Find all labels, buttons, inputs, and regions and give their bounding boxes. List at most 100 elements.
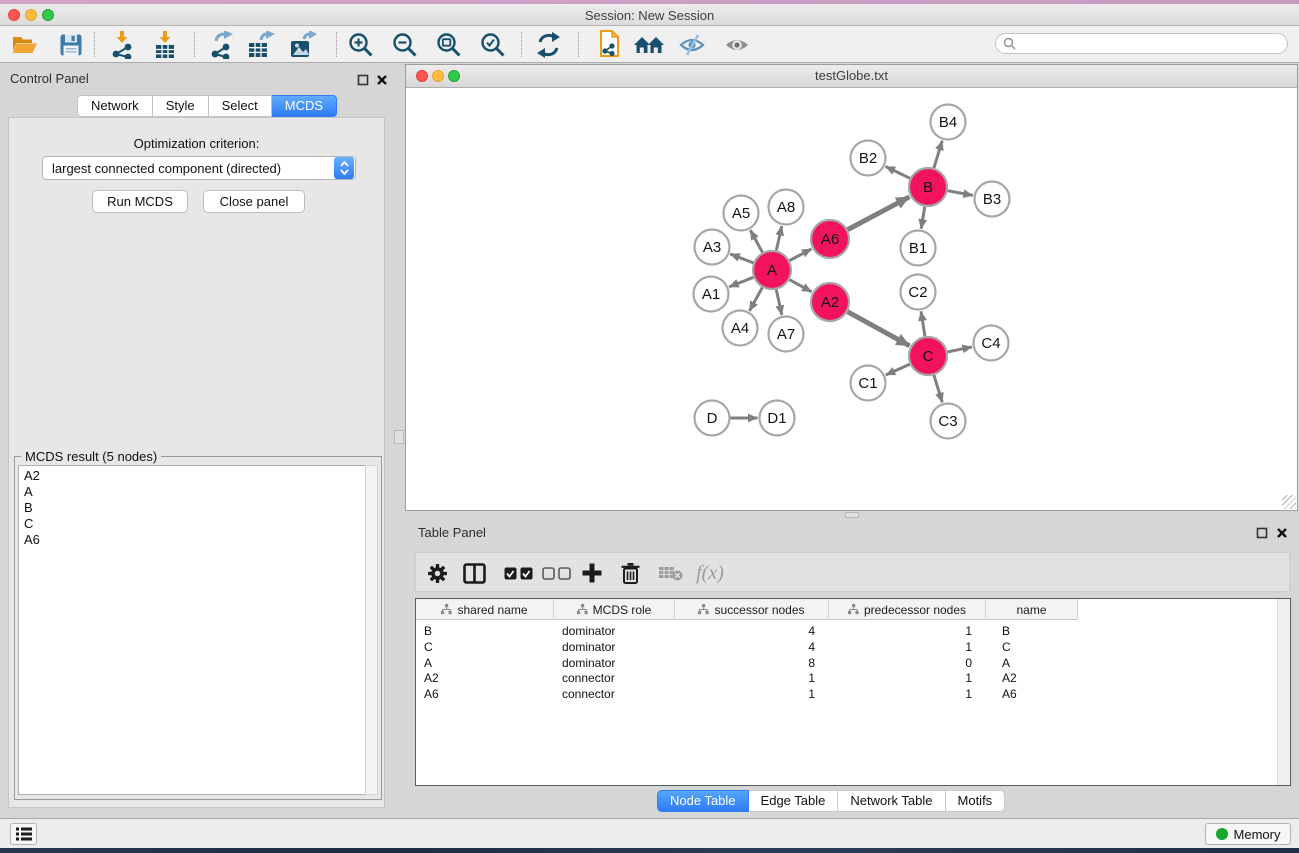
control-panel-float-button[interactable] — [357, 73, 369, 91]
tab-motifs[interactable]: Motifs — [946, 790, 1006, 812]
deselect-all-button[interactable] — [540, 553, 574, 593]
edge-A6-B[interactable] — [848, 197, 910, 230]
edge-A-A5[interactable] — [750, 230, 762, 252]
new-network-from-selection-button[interactable] — [592, 29, 624, 60]
edge-C-C2[interactable] — [921, 311, 925, 336]
edge-B-B1[interactable] — [921, 207, 925, 229]
control-panel-close-button[interactable] — [376, 73, 388, 91]
delete-table-button[interactable] — [654, 553, 686, 593]
network-document-icon — [595, 30, 621, 60]
table-row[interactable]: Cdominator41C — [416, 639, 1078, 655]
run-mcds-button[interactable]: Run MCDS — [92, 190, 188, 213]
table-cell: 1 — [829, 623, 986, 639]
tab-network-table[interactable]: Network Table — [838, 790, 945, 812]
tab-style[interactable]: Style — [153, 95, 209, 117]
table-row[interactable]: A6connector11A6 — [416, 686, 1078, 702]
tab-node-table[interactable]: Node Table — [657, 790, 749, 812]
apply-layout-button[interactable] — [533, 29, 563, 60]
table-cell: 1 — [829, 670, 986, 686]
close-panel-button[interactable]: Close panel — [203, 190, 305, 213]
function-builder-button[interactable]: f(x) — [688, 553, 732, 593]
resize-grip[interactable] — [1282, 495, 1296, 509]
edge-A2-C[interactable] — [848, 312, 910, 346]
edge-B-B3[interactable] — [948, 191, 973, 196]
mcds-result-scrollbar[interactable] — [365, 465, 378, 795]
edge-A-A4[interactable] — [749, 288, 762, 311]
edge-A-A3[interactable] — [730, 254, 753, 263]
table-panel-close-button[interactable] — [1276, 526, 1288, 544]
column-header-predecessor-nodes[interactable]: predecessor nodes — [829, 599, 986, 620]
zoom-selected-button[interactable] — [478, 29, 508, 60]
node-label-C3: C3 — [938, 413, 957, 430]
attribute-tree-icon — [441, 604, 452, 615]
export-image-button[interactable] — [287, 29, 319, 60]
tab-network[interactable]: Network — [77, 95, 153, 117]
export-network-button[interactable] — [205, 29, 237, 60]
table-panel-float-button[interactable] — [1256, 526, 1268, 544]
column-header-label: shared name — [457, 603, 527, 617]
create-column-button[interactable] — [576, 553, 608, 593]
network-graph[interactable]: B4B2BB3A5A8A6A3B1AA1C2A2A4A7CC4C1C3DD1 — [406, 89, 1297, 510]
edge-C-C1[interactable] — [886, 364, 910, 375]
edge-A-A2[interactable] — [790, 280, 812, 292]
select-all-button[interactable] — [502, 553, 536, 593]
edge-C-C3[interactable] — [934, 375, 942, 402]
table-cell: 1 — [829, 686, 986, 702]
edge-A-A7[interactable] — [776, 290, 782, 315]
import-table-button[interactable] — [150, 29, 180, 60]
column-header-successor-nodes[interactable]: successor nodes — [675, 599, 829, 620]
table-cell: A6 — [416, 686, 554, 702]
split-divider-handle-vertical[interactable] — [394, 430, 404, 444]
search-icon — [1003, 37, 1016, 50]
edge-C-C4[interactable] — [948, 347, 972, 352]
list-item[interactable]: A — [24, 484, 366, 500]
tab-select[interactable]: Select — [209, 95, 272, 117]
session-home-button[interactable] — [632, 29, 666, 60]
split-divider-handle-horizontal[interactable] — [845, 512, 859, 518]
list-item[interactable]: B — [24, 500, 366, 516]
zoom-out-icon — [392, 32, 418, 58]
column-header-label: successor nodes — [714, 603, 804, 617]
memory-button[interactable]: Memory — [1205, 823, 1291, 845]
optimization-criterion-dropdown[interactable]: largest connected component (directed) — [42, 156, 356, 180]
tab-edge-table[interactable]: Edge Table — [749, 790, 839, 812]
table-panel-tabs: Node TableEdge TableNetwork TableMotifs — [657, 790, 1005, 812]
edge-B-B2[interactable] — [886, 166, 910, 178]
list-item[interactable]: C — [24, 516, 366, 532]
table-row[interactable]: Adominator80A — [416, 655, 1078, 671]
table-cell: A2 — [416, 670, 554, 686]
column-header-shared-name[interactable]: shared name — [416, 599, 554, 620]
edge-A-A6[interactable] — [790, 249, 812, 261]
main-toolbar — [0, 26, 1299, 63]
table-row[interactable]: Bdominator41B — [416, 623, 1078, 639]
show-columns-button[interactable] — [460, 553, 488, 593]
edge-A-A1[interactable] — [729, 277, 753, 287]
zoom-in-button[interactable] — [346, 29, 376, 60]
mcds-result-list[interactable]: A2ABCA6 — [18, 465, 367, 795]
show-graphics-details-button[interactable] — [721, 29, 753, 60]
save-session-button[interactable] — [56, 29, 86, 60]
column-header-name[interactable]: name — [986, 599, 1078, 620]
table-row[interactable]: A2connector11A2 — [416, 670, 1078, 686]
control-panel-tabs: NetworkStyleSelectMCDS — [77, 95, 337, 117]
show-panels-button[interactable] — [10, 823, 37, 845]
toolbar-separator — [578, 32, 579, 57]
zoom-fit-button[interactable] — [434, 29, 464, 60]
import-network-button[interactable] — [107, 29, 137, 60]
edge-A-A8[interactable] — [776, 226, 781, 250]
tab-mcds[interactable]: MCDS — [272, 95, 337, 117]
column-header-MCDS-role[interactable]: MCDS role — [554, 599, 675, 620]
export-table-button[interactable] — [245, 29, 277, 60]
delete-column-button[interactable] — [614, 553, 646, 593]
search-input[interactable] — [1016, 37, 1266, 51]
table-scrollbar[interactable] — [1277, 599, 1290, 785]
hide-graphics-details-button[interactable] — [676, 29, 708, 60]
open-session-button[interactable] — [10, 29, 40, 60]
list-item[interactable]: A2 — [24, 468, 366, 484]
table-cell: C — [986, 639, 1078, 655]
list-item[interactable]: A6 — [24, 532, 366, 548]
edge-B-B4[interactable] — [934, 141, 942, 168]
zoom-out-button[interactable] — [390, 29, 420, 60]
network-canvas[interactable]: B4B2BB3A5A8A6A3B1AA1C2A2A4A7CC4C1C3DD1 — [406, 89, 1297, 510]
table-settings-button[interactable] — [424, 553, 450, 593]
